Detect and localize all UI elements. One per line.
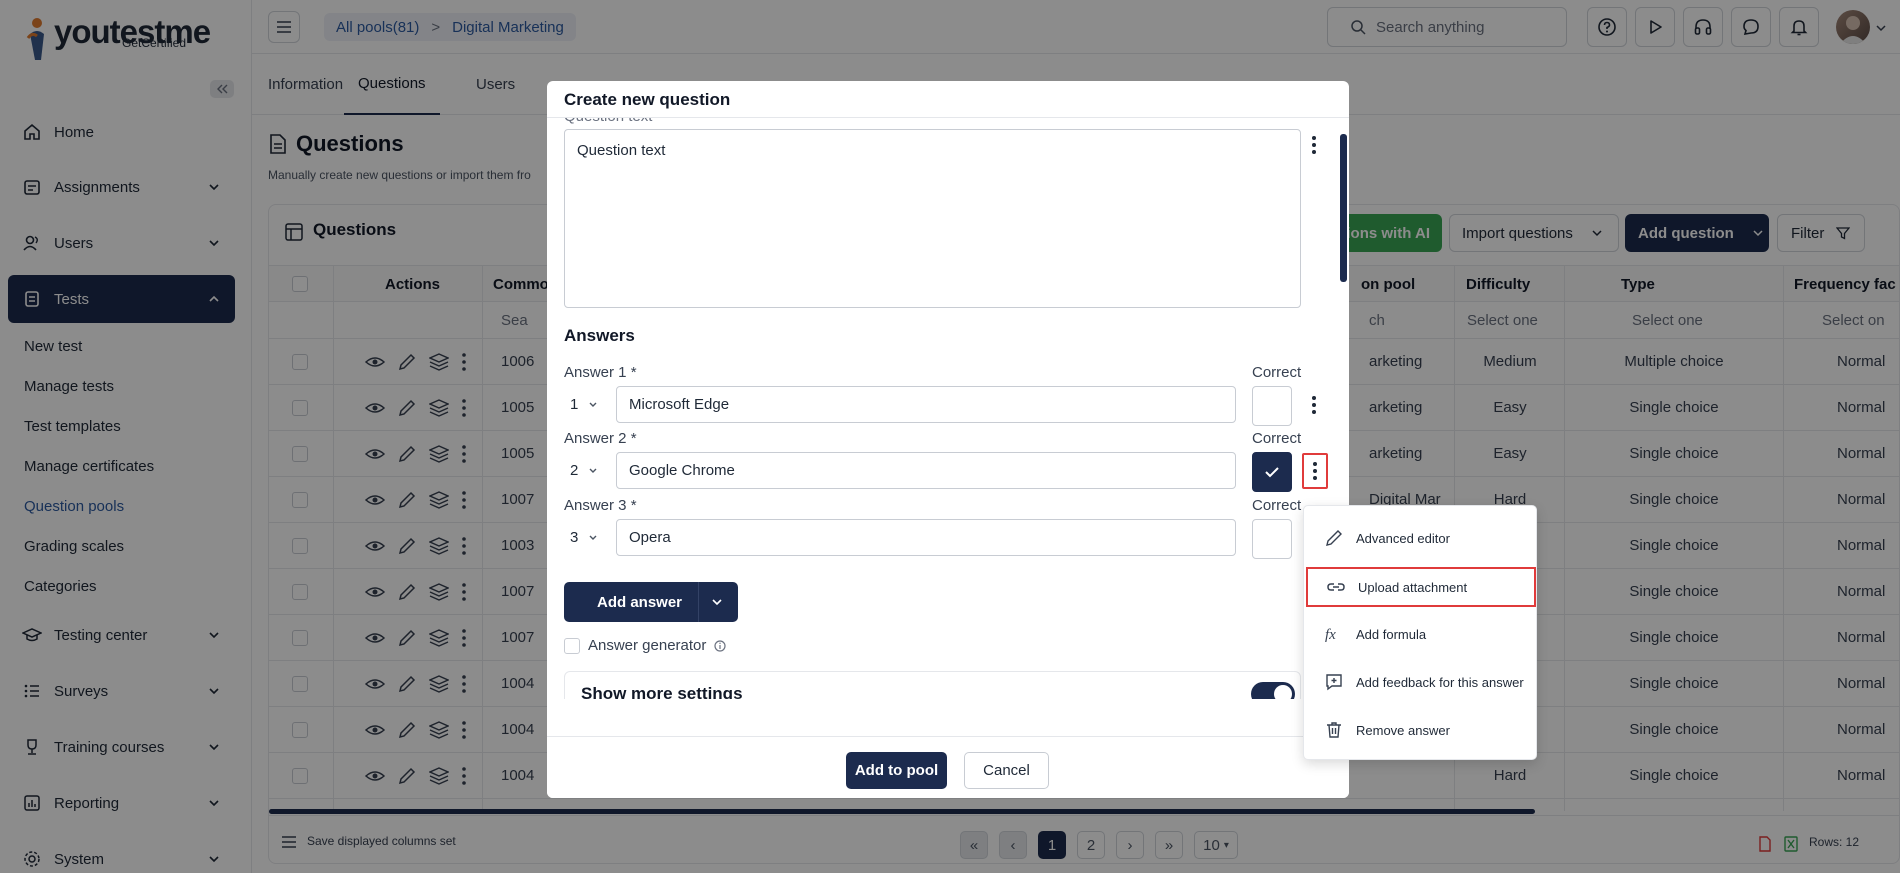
menu-item-label: Add feedback for this answer <box>1356 674 1524 690</box>
question-options-button[interactable] <box>1302 131 1326 159</box>
answer-generator: Answer generator <box>564 637 727 654</box>
answer-2-value: Google Chrome <box>629 462 735 479</box>
chevron-down-icon <box>589 535 597 540</box>
more-settings-panel: Show more settings <box>564 671 1301 699</box>
add-answer-button[interactable]: Add answer <box>564 582 738 622</box>
answer-1-correct-checkbox[interactable] <box>1252 386 1292 426</box>
answer-1-options-button[interactable] <box>1302 391 1326 419</box>
check-icon <box>1265 467 1279 478</box>
pencil-icon <box>1326 530 1342 546</box>
trash-icon <box>1327 722 1341 738</box>
answer-3-correct-label: Correct <box>1252 497 1302 514</box>
menu-item-label: Add formula <box>1356 626 1427 642</box>
menu-item-upload-attachment[interactable]: Upload attachment <box>1306 567 1536 607</box>
answer-1-order-value: 1 <box>570 396 579 413</box>
answer-context-menu: Advanced editor Upload attachment fx Add… <box>1303 505 1537 760</box>
menu-item-label: Upload attachment <box>1358 579 1468 595</box>
menu-item-add-feedback[interactable]: Add feedback for this answer <box>1306 662 1536 702</box>
svg-text:fx: fx <box>1325 627 1336 643</box>
add-answer-label: Add answer <box>597 593 683 611</box>
menu-item-add-formula[interactable]: fx Add formula <box>1306 614 1536 654</box>
answer-2-label: Answer 2 * <box>564 430 637 447</box>
kebab-icon <box>1312 396 1316 414</box>
menu-item-label: Remove answer <box>1356 722 1450 738</box>
answer-3-value: Opera <box>629 529 671 546</box>
chevron-down-icon <box>589 402 597 407</box>
kebab-icon <box>1313 462 1317 480</box>
kebab-icon <box>1312 136 1316 154</box>
answer-1-input[interactable]: Microsoft Edge <box>616 386 1236 423</box>
menu-item-remove-answer[interactable]: Remove answer <box>1306 710 1536 750</box>
answer-generator-checkbox[interactable] <box>564 637 580 654</box>
show-more-settings-label: Show more settings <box>581 684 743 699</box>
answer-3-label: Answer 3 * <box>564 497 637 514</box>
answer-2-order-select[interactable]: 2 <box>564 452 614 489</box>
feedback-icon <box>1326 674 1342 691</box>
question-text-label: Question text <box>564 108 653 125</box>
answer-2-options-button[interactable] <box>1302 453 1328 489</box>
fx-icon: fx <box>1325 627 1336 643</box>
answer-1-correct-label: Correct <box>1252 364 1302 381</box>
create-question-modal: Create new question Question text Questi… <box>547 81 1349 798</box>
info-icon[interactable] <box>714 639 727 652</box>
answer-3-order-value: 3 <box>570 529 579 546</box>
chevron-down-icon <box>589 468 597 473</box>
modal-body: Question text Question text Answers Answ… <box>547 81 1349 699</box>
modal-scrollbar[interactable] <box>1340 134 1347 282</box>
answer-2-correct-label: Correct <box>1252 430 1302 447</box>
answers-title: Answers <box>564 326 635 345</box>
menu-item-advanced-editor[interactable]: Advanced editor <box>1306 518 1536 558</box>
answer-generator-label: Answer generator <box>588 637 707 654</box>
modal-footer: Add to pool Cancel <box>547 736 1349 798</box>
question-text-editor[interactable]: Question text <box>564 129 1301 308</box>
answer-3-order-select[interactable]: 3 <box>564 519 614 556</box>
answer-1-order-select[interactable]: 1 <box>564 386 614 423</box>
answer-2-correct-checkbox[interactable] <box>1252 452 1292 492</box>
chevron-down-icon[interactable] <box>711 596 723 608</box>
answer-2-order-value: 2 <box>570 462 579 479</box>
question-text-value: Question text <box>577 142 666 159</box>
answer-1-label: Answer 1 * <box>564 364 637 381</box>
answer-3-input[interactable]: Opera <box>616 519 1236 556</box>
show-more-settings-toggle[interactable] <box>1251 682 1295 699</box>
answer-1-value: Microsoft Edge <box>629 396 730 413</box>
link-icon <box>1327 583 1345 591</box>
answer-3-correct-checkbox[interactable] <box>1252 519 1292 559</box>
answer-2-input[interactable]: Google Chrome <box>616 452 1236 489</box>
menu-item-label: Advanced editor <box>1356 530 1450 546</box>
cancel-button[interactable]: Cancel <box>964 752 1049 789</box>
add-to-pool-button[interactable]: Add to pool <box>846 752 947 789</box>
